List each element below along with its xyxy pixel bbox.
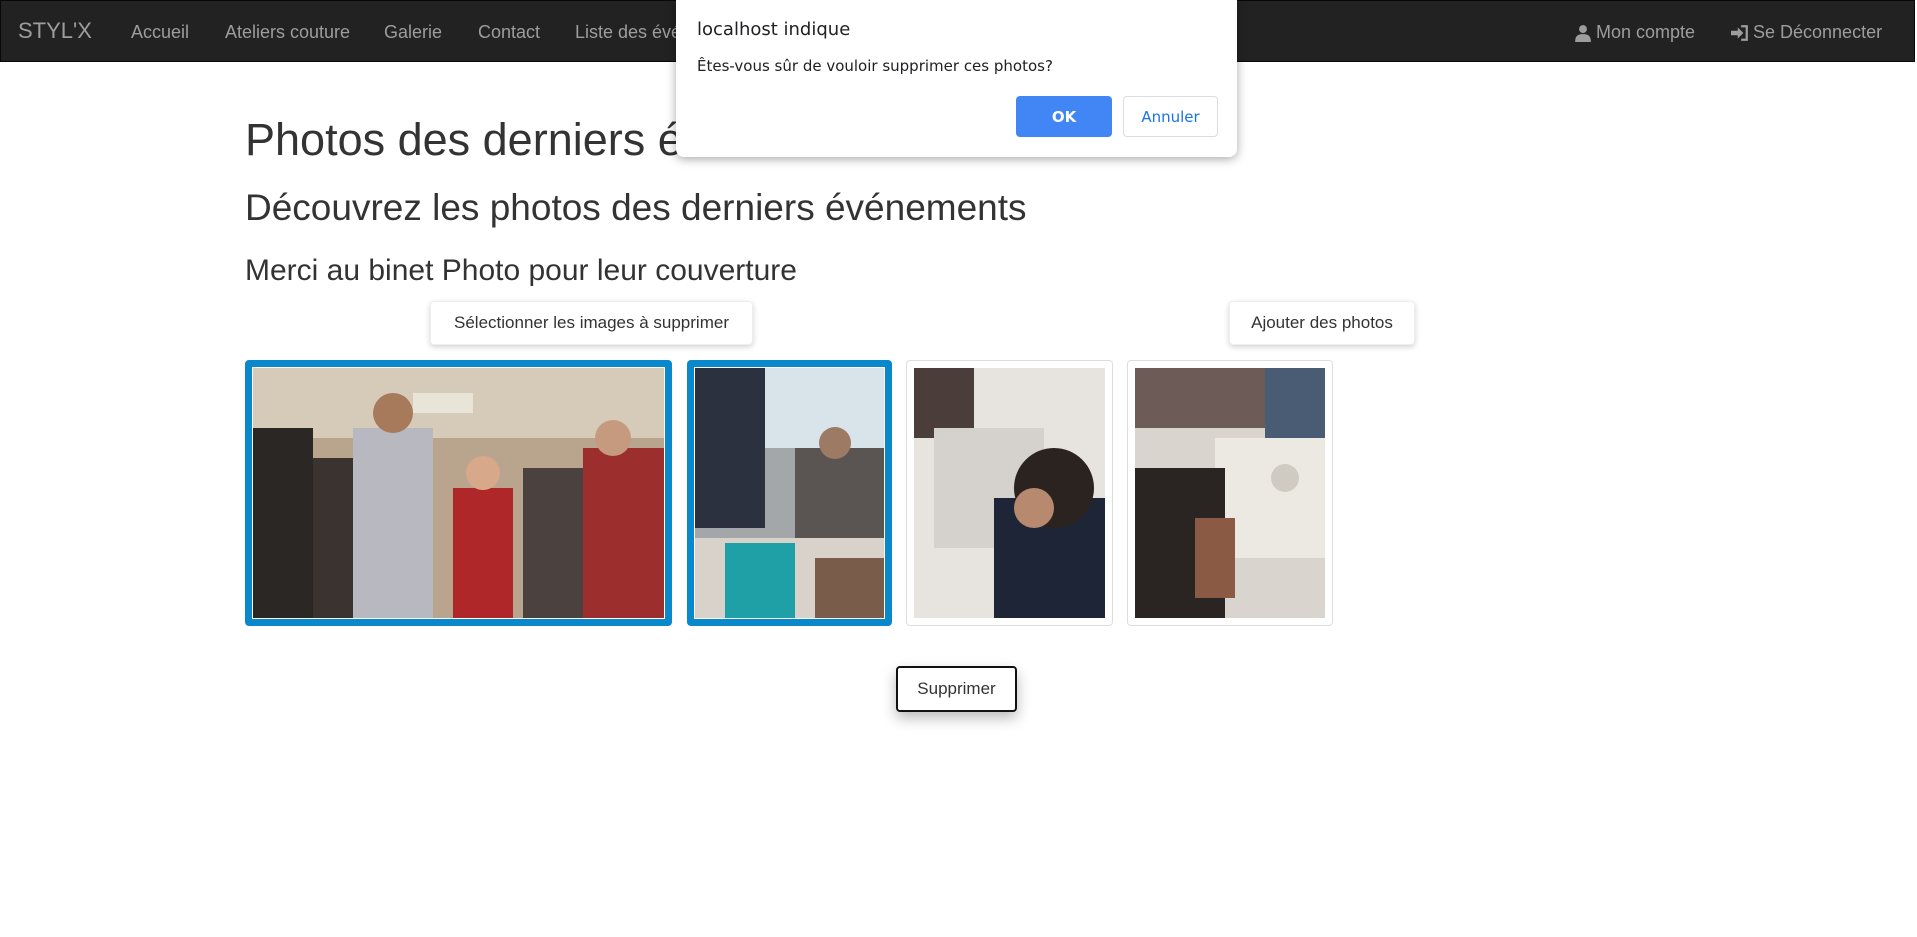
event-photo-workshop-fabric [695, 368, 884, 618]
page-credit: Merci au binet Photo pour leur couvertur… [245, 254, 797, 287]
dialog-ok-button[interactable]: OK [1016, 96, 1112, 137]
photo-thumbnail-1[interactable] [245, 360, 672, 626]
nav-link-ateliers[interactable]: Ateliers couture [225, 22, 350, 43]
photo-thumbnail-2[interactable] [687, 360, 892, 626]
dialog-message: Êtes-vous sûr de vouloir supprimer ces p… [697, 57, 1053, 75]
photo-thumbnail-4[interactable] [1127, 360, 1333, 626]
logout-label: Se Déconnecter [1753, 22, 1883, 42]
event-photo-sewing-closeup [1135, 368, 1325, 618]
event-photo-party [253, 368, 664, 618]
brand-link[interactable]: STYL'X [18, 18, 92, 44]
user-icon [1575, 24, 1591, 42]
add-photos-button[interactable]: Ajouter des photos [1229, 301, 1415, 345]
account-label: Mon compte [1596, 22, 1696, 42]
dialog-title: localhost indique [697, 19, 851, 40]
nav-link-evenements[interactable]: Liste des évé [575, 22, 681, 43]
nav-link-accueil[interactable]: Accueil [131, 22, 189, 43]
log-in-icon [1731, 24, 1748, 41]
account-link[interactable]: Mon compte [1574, 22, 1695, 43]
confirm-dialog: localhost indique Êtes-vous sûr de voulo… [676, 0, 1237, 157]
delete-button[interactable]: Supprimer [896, 666, 1017, 712]
page-title: Photos des derniers é [245, 114, 683, 165]
nav-link-galerie[interactable]: Galerie [384, 22, 442, 43]
photo-thumbnail-3[interactable] [906, 360, 1113, 626]
page-subtitle: Découvrez les photos des derniers événem… [245, 187, 1027, 228]
event-photo-sewing-machine [914, 368, 1105, 618]
logout-link[interactable]: Se Déconnecter [1731, 22, 1882, 43]
select-images-button[interactable]: Sélectionner les images à supprimer [430, 301, 753, 345]
dialog-cancel-button[interactable]: Annuler [1123, 96, 1218, 137]
nav-link-contact[interactable]: Contact [478, 22, 540, 43]
